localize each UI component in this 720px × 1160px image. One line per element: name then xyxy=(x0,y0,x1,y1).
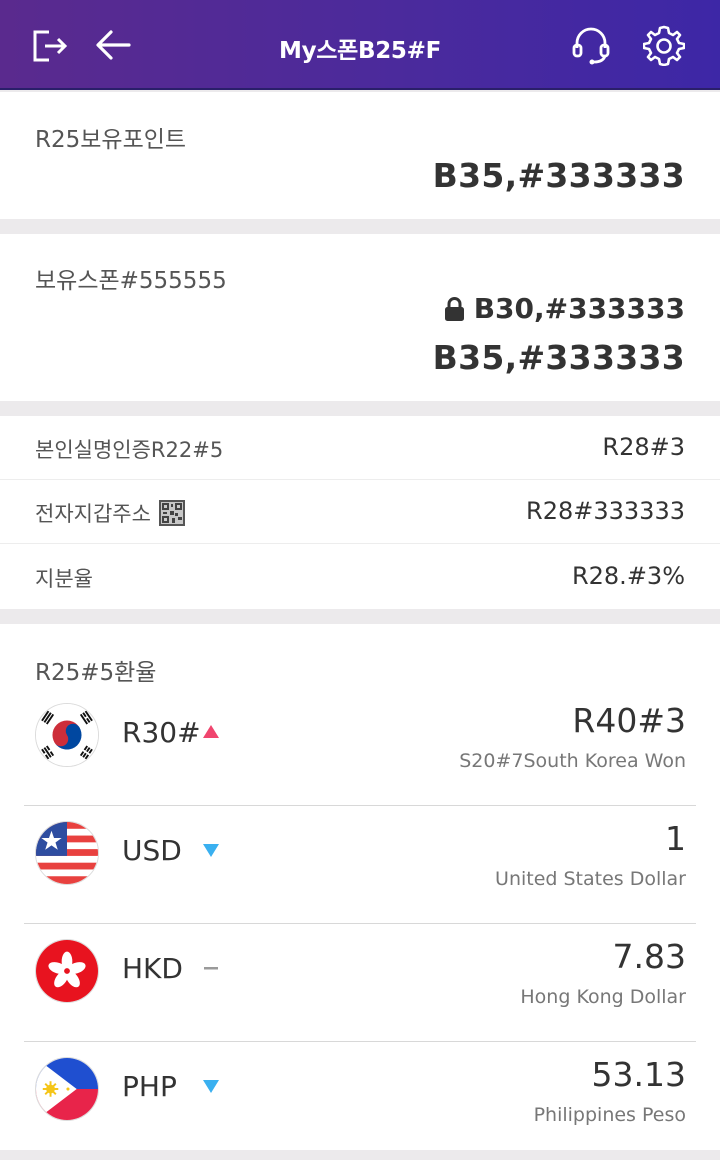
points-label: R25보유포인트 xyxy=(35,127,187,153)
hong-kong-flag-icon xyxy=(35,939,99,1003)
account-info-card: 본인실명인증R22#5 R28#3 전자지갑주소 R28#333333 지분율 … xyxy=(0,416,720,609)
app-header: My스폰B25#F xyxy=(0,0,720,90)
currency-name: S20#7South Korea Won xyxy=(459,750,686,772)
south-korea-flag-icon xyxy=(35,703,99,767)
trend-flat-icon xyxy=(204,967,218,970)
currency-row-php[interactable]: PHP 53.13 Philippines Peso xyxy=(24,1042,696,1160)
page-title: My스폰B25#F xyxy=(278,38,442,64)
headset-icon[interactable] xyxy=(570,24,612,66)
currency-code: PHP xyxy=(122,1070,177,1103)
currency-row-usd[interactable]: USD 1 United States Dollar xyxy=(24,806,696,924)
exchange-rate-value: R40#3 xyxy=(572,701,686,740)
currency-name: Philippines Peso xyxy=(533,1104,686,1126)
currency-row-krw[interactable]: R30# R40#3 S20#7South Korea Won xyxy=(24,688,696,806)
spon-card: 보유스폰#555555 B30,#333333 B35,#333333 xyxy=(0,234,720,401)
currency-code: HKD xyxy=(122,952,183,985)
wallet-address-label: 전자지갑주소 xyxy=(35,502,151,526)
identity-verification-label: 본인실명인증R22#5 xyxy=(35,438,224,462)
philippines-flag-icon xyxy=(35,1057,99,1121)
exchange-rate-value: 53.13 xyxy=(591,1055,686,1094)
trend-up-icon xyxy=(203,725,219,738)
locked-spon-value: B30,#333333 xyxy=(473,292,685,325)
equity-ratio-row: 지분율 R28.#3% xyxy=(0,545,720,609)
points-value: B35,#333333 xyxy=(432,156,685,195)
locked-spon: B30,#333333 xyxy=(444,292,685,325)
spon-value: B35,#333333 xyxy=(432,338,685,377)
exchange-rate-card: R25#5환율 R30# R40#3 S20#7South Korea Won … xyxy=(0,624,720,1150)
points-card: R25보유포인트 B35,#333333 xyxy=(0,92,720,219)
trend-down-icon xyxy=(203,1080,219,1093)
gear-icon[interactable] xyxy=(643,24,685,66)
lock-icon xyxy=(444,296,464,321)
wallet-address-value: R28#333333 xyxy=(526,497,685,525)
currency-name: Hong Kong Dollar xyxy=(520,986,686,1008)
exchange-rate-value: 7.83 xyxy=(612,937,686,976)
exchange-rate-value: 1 xyxy=(665,819,686,858)
us-flag-icon xyxy=(35,821,99,885)
spon-label: 보유스폰#555555 xyxy=(35,268,227,294)
wallet-address-label-group: 전자지갑주소 xyxy=(35,498,185,528)
qr-code-icon[interactable] xyxy=(158,500,185,526)
wallet-address-row: 전자지갑주소 R28#333333 xyxy=(0,480,720,544)
exchange-rate-title: R25#5환율 xyxy=(35,660,157,686)
currency-name: United States Dollar xyxy=(495,868,686,890)
currency-code: R30# xyxy=(122,716,201,749)
currency-code: USD xyxy=(122,834,182,867)
identity-verification-value: R28#3 xyxy=(602,433,685,461)
currency-row-hkd[interactable]: HKD 7.83 Hong Kong Dollar xyxy=(24,924,696,1042)
equity-ratio-label: 지분율 xyxy=(35,567,93,591)
trend-down-icon xyxy=(203,844,219,857)
equity-ratio-value: R28.#3% xyxy=(571,562,685,590)
identity-verification-row: 본인실명인증R22#5 R28#3 xyxy=(0,416,720,480)
